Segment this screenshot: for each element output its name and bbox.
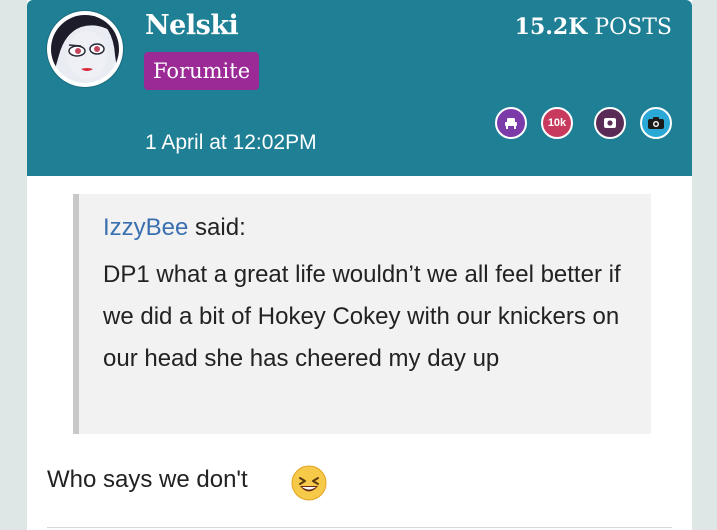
username[interactable]: Nelski bbox=[145, 10, 239, 41]
quote-said-label: said: bbox=[195, 214, 246, 241]
armchair-award-icon[interactable] bbox=[495, 107, 527, 139]
quote-block: IzzyBee said: DP1 what a great life woul… bbox=[73, 194, 651, 434]
posts-count[interactable]: 15.2K POSTS bbox=[515, 14, 672, 40]
10k-award-label: 10k bbox=[547, 117, 567, 129]
camera-icon bbox=[648, 117, 664, 129]
camera-award-icon[interactable] bbox=[640, 107, 672, 139]
wallet-award-icon[interactable] bbox=[594, 107, 626, 139]
post-divider bbox=[47, 527, 672, 528]
armchair-icon bbox=[505, 118, 517, 129]
10k-award-icon[interactable]: 10k bbox=[541, 107, 573, 139]
quote-header: IzzyBee said: bbox=[103, 214, 246, 242]
posts-count-label: POSTS bbox=[594, 15, 672, 40]
wallet-icon bbox=[604, 118, 616, 128]
post-header: Nelski Forumite 15.2K POSTS 10k 1 April … bbox=[27, 0, 692, 176]
laughing-emoji-icon bbox=[291, 465, 327, 506]
forum-post: Nelski Forumite 15.2K POSTS 10k 1 April … bbox=[27, 0, 692, 530]
quote-author-link[interactable]: IzzyBee bbox=[103, 214, 188, 241]
quote-body: DP1 what a great life wouldn’t we all fe… bbox=[103, 261, 621, 372]
reply-text: Who says we don't bbox=[47, 466, 248, 493]
avatar-illustration-icon bbox=[51, 15, 119, 83]
avatar[interactable] bbox=[47, 11, 123, 87]
post-timestamp[interactable]: 1 April at 12:02PM bbox=[145, 131, 317, 155]
posts-count-value: 15.2K bbox=[514, 14, 588, 40]
role-badge: Forumite bbox=[144, 52, 260, 90]
